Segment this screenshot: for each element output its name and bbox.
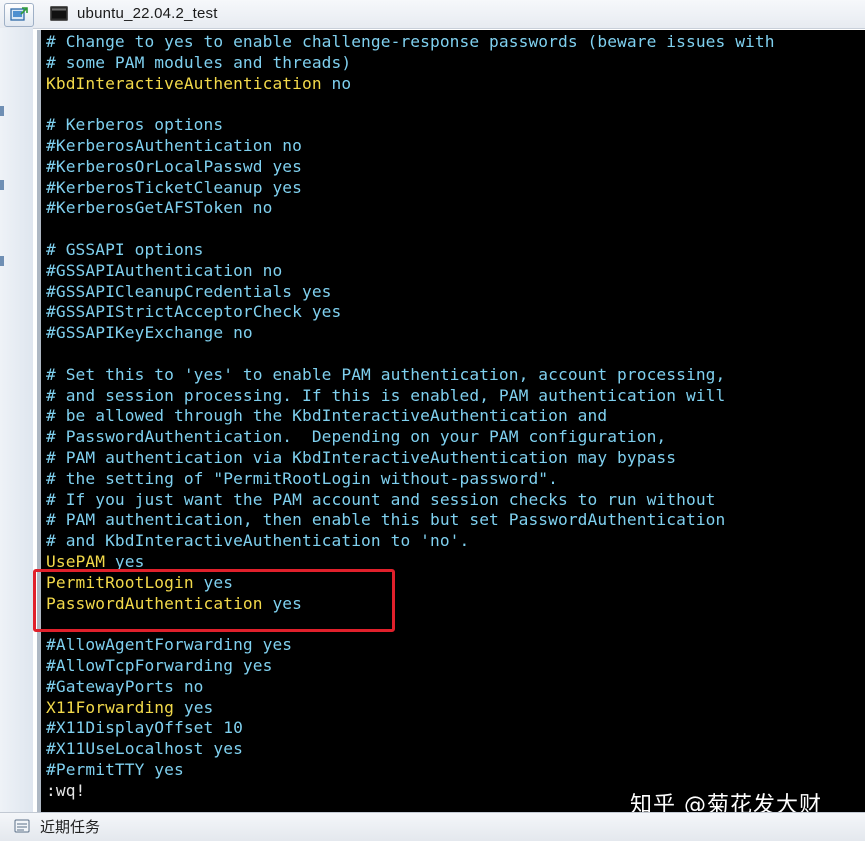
terminal-line-text: #PermitTTY yes: [46, 759, 184, 779]
taskbar: 近期任务: [0, 812, 865, 841]
terminal-screen[interactable]: # Change to yes to enable challenge-resp…: [37, 30, 865, 812]
title-bar: ubuntu_22.04.2_test: [0, 0, 865, 29]
terminal-line-text: KbdInteractiveAuthentication: [46, 73, 322, 93]
terminal-line: # the setting of "PermitRootLogin withou…: [46, 469, 775, 490]
terminal-line: #AllowTcpForwarding yes: [46, 656, 775, 677]
terminal-line: # PAM authentication, then enable this b…: [46, 510, 775, 531]
vm-console-icon: [10, 7, 28, 21]
terminal-line-text: #GSSAPIAuthentication no: [46, 260, 283, 280]
terminal-line: #KerberosOrLocalPasswd yes: [46, 157, 775, 178]
terminal-line-text: #KerberosGetAFSToken no: [46, 198, 273, 218]
terminal-line-text: #KerberosAuthentication no: [46, 135, 302, 155]
terminal-line: # and KbdInteractiveAuthentication to 'n…: [46, 531, 775, 552]
terminal-line-value: yes: [174, 697, 214, 717]
terminal-line: # GSSAPI options: [46, 240, 775, 261]
terminal-line: # PasswordAuthentication. Depending on y…: [46, 427, 775, 448]
terminal-lines: # Change to yes to enable challenge-resp…: [46, 32, 775, 801]
terminal-line: # be allowed through the KbdInteractiveA…: [46, 406, 775, 427]
terminal-line: #X11DisplayOffset 10: [46, 718, 775, 739]
terminal-line-text: # the setting of "PermitRootLogin withou…: [46, 468, 558, 488]
terminal-line-text: # PAM authentication, then enable this b…: [46, 510, 726, 530]
terminal-line-text: # some PAM modules and threads): [46, 52, 352, 72]
terminal-line-text: # PAM authentication via KbdInteractiveA…: [46, 447, 677, 467]
terminal-line: # Set this to 'yes' to enable PAM authen…: [46, 365, 775, 386]
vm-console-window: ubuntu_22.04.2_test # Change to yes to e…: [0, 0, 865, 841]
terminal-line-text: # If you just want the PAM account and s…: [46, 489, 716, 509]
recent-tasks-label[interactable]: 近期任务: [40, 816, 100, 837]
terminal-line: #GSSAPICleanupCredentials yes: [46, 282, 775, 303]
terminal-line: #KerberosAuthentication no: [46, 136, 775, 157]
terminal-line-text: #GSSAPIKeyExchange no: [46, 323, 253, 343]
panel-marker: [0, 180, 4, 190]
highlight-box: [33, 569, 395, 632]
terminal-line-text: # and session processing. If this is ena…: [46, 385, 726, 405]
terminal-line-text: # and KbdInteractiveAuthentication to 'n…: [46, 531, 470, 551]
terminal-line: KbdInteractiveAuthentication no: [46, 74, 775, 95]
terminal-line-text: #X11UseLocalhost yes: [46, 739, 243, 759]
terminal-line-text: :wq!: [46, 780, 86, 800]
terminal-line: #AllowAgentForwarding yes: [46, 635, 775, 656]
terminal-line-text: # Set this to 'yes' to enable PAM authen…: [46, 364, 726, 384]
terminal-line: #X11UseLocalhost yes: [46, 739, 775, 760]
terminal-line: # some PAM modules and threads): [46, 53, 775, 74]
terminal-line-text: #AllowTcpForwarding yes: [46, 655, 273, 675]
panel-marker: [0, 256, 4, 266]
terminal-line: #KerberosTicketCleanup yes: [46, 178, 775, 199]
vm-side-panel: [0, 28, 33, 812]
terminal-line: #KerberosGetAFSToken no: [46, 198, 775, 219]
terminal-line-text: #KerberosOrLocalPasswd yes: [46, 156, 302, 176]
terminal-line-text: #X11DisplayOffset 10: [46, 718, 243, 738]
terminal-line-text: # be allowed through the KbdInteractiveA…: [46, 406, 608, 426]
window-title: ubuntu_22.04.2_test: [77, 5, 218, 22]
terminal-line: #GSSAPIAuthentication no: [46, 261, 775, 282]
terminal-line: # If you just want the PAM account and s…: [46, 490, 775, 511]
terminal-line-text: #KerberosTicketCleanup yes: [46, 177, 302, 197]
terminal-line: #GatewayPorts no: [46, 677, 775, 698]
terminal-line: #GSSAPIStrictAcceptorCheck yes: [46, 302, 775, 323]
terminal-line: # and session processing. If this is ena…: [46, 386, 775, 407]
terminal-line: X11Forwarding yes: [46, 698, 775, 719]
terminal-line-value: no: [321, 73, 352, 93]
terminal-line: #GSSAPIKeyExchange no: [46, 323, 775, 344]
terminal-line-text: #AllowAgentForwarding yes: [46, 635, 293, 655]
panel-marker: [0, 106, 4, 116]
terminal-line-text: # Change to yes to enable challenge-resp…: [46, 32, 775, 51]
terminal-line: # Kerberos options: [46, 115, 775, 136]
terminal-line-text: # Kerberos options: [46, 115, 224, 135]
recent-tasks-icon[interactable]: [14, 818, 30, 834]
terminal-line-text: #GatewayPorts no: [46, 676, 204, 696]
terminal-line: #PermitTTY yes: [46, 760, 775, 781]
terminal-line: # PAM authentication via KbdInteractiveA…: [46, 448, 775, 469]
terminal-line-text: # GSSAPI options: [46, 239, 204, 259]
terminal-line-text: #GSSAPICleanupCredentials yes: [46, 281, 332, 301]
vm-console-button[interactable]: [4, 3, 34, 27]
terminal-line: # Change to yes to enable challenge-resp…: [46, 32, 775, 53]
terminal-line-text: X11Forwarding: [46, 697, 174, 717]
terminal-line-text: #GSSAPIStrictAcceptorCheck yes: [46, 302, 342, 322]
terminal-line-text: # PasswordAuthentication. Depending on y…: [46, 427, 667, 447]
terminal-window-icon: [50, 6, 68, 21]
